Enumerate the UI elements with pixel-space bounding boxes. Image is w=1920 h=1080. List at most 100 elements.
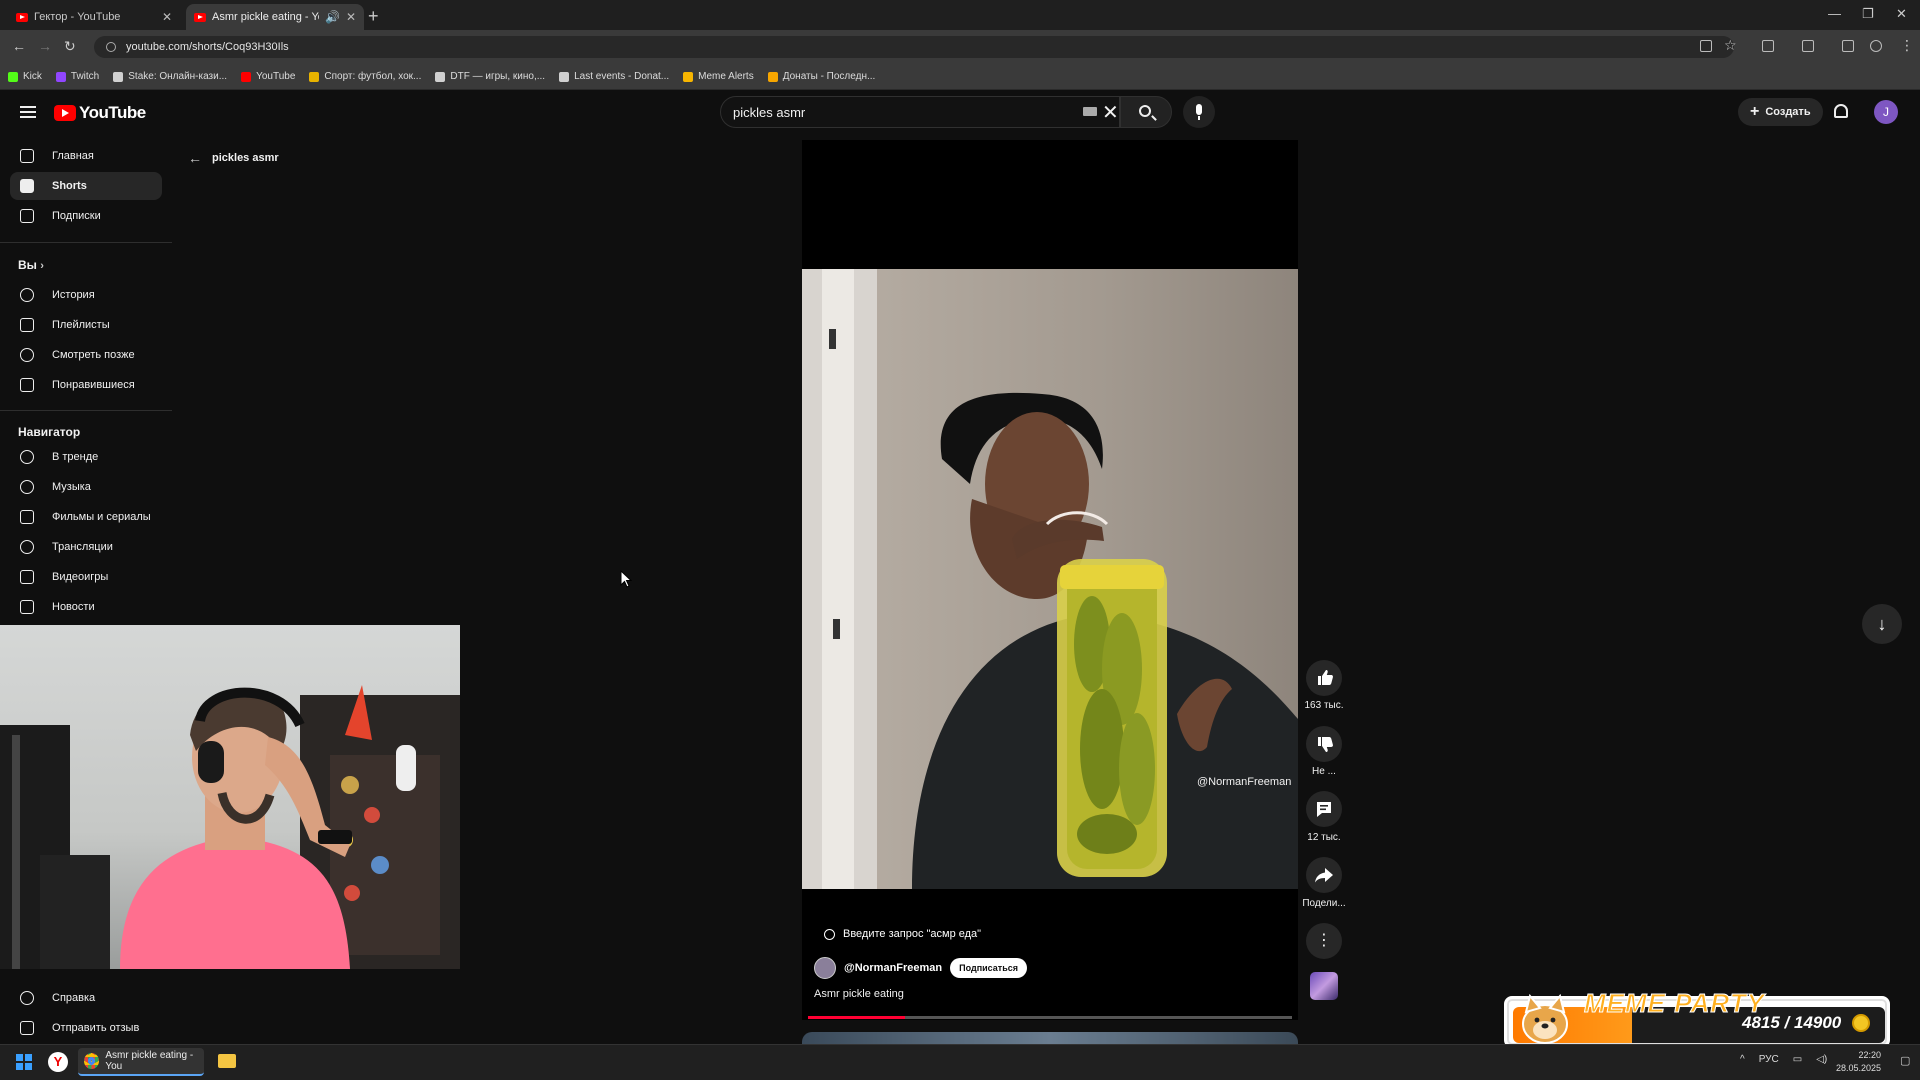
bookmark-twitch[interactable]: Twitch [55, 71, 99, 82]
minimize-icon[interactable]: — [1828, 6, 1841, 21]
url-text: youtube.com/shorts/Coq93H30Ils [126, 41, 289, 53]
voice-search-icon[interactable] [1183, 96, 1215, 128]
youtube-icon [241, 71, 252, 82]
share-button[interactable] [1306, 857, 1342, 893]
browser-tab-2-active[interactable]: Asmr pickle eating - YouTube 🔊 ✕ [186, 4, 364, 30]
language-indicator[interactable]: РУС [1759, 1054, 1779, 1065]
sidebar-item-home[interactable]: Главная [10, 142, 162, 170]
windows-start-icon[interactable] [16, 1054, 32, 1070]
file-explorer-icon[interactable] [218, 1054, 236, 1068]
back-arrow-icon: ← [188, 150, 202, 166]
dislike-button[interactable] [1306, 726, 1342, 762]
shorts-video-frame[interactable]: @NormanFreeman [802, 269, 1298, 889]
bookmark-memealerts[interactable]: Meme Alerts [683, 71, 754, 82]
youtube-favicon-icon [16, 12, 28, 22]
more-options-icon[interactable]: ⋮ [1306, 923, 1342, 959]
webcam-scene [0, 685, 460, 969]
overlay-search-suggestion[interactable]: Введите запрос "асмр еда" [824, 928, 981, 940]
sidebar-item-shorts[interactable]: Shorts [10, 172, 162, 200]
clock-icon [20, 348, 34, 362]
volume-icon[interactable]: ◁) [1816, 1054, 1827, 1065]
site-info-icon[interactable] [106, 42, 116, 52]
new-tab-icon[interactable]: + [368, 6, 379, 27]
shorts-icon [20, 179, 34, 193]
sidebar-you-header[interactable]: Вы › [18, 258, 44, 272]
sidebar-item-liked[interactable]: Понравившиеся [10, 371, 162, 399]
sidebar-item-news[interactable]: Новости [10, 593, 162, 621]
window-close-icon[interactable]: ✕ [1896, 6, 1907, 22]
subscriptions-icon [20, 209, 34, 223]
sidebar-item-live[interactable]: Трансляции [10, 533, 162, 561]
notifications-bell-icon[interactable] [1834, 104, 1848, 118]
search-input[interactable]: pickles asmr [720, 96, 1120, 128]
dislike-label: Не ... [1312, 766, 1336, 777]
close-icon[interactable]: ✕ [162, 10, 172, 24]
sidebar-item-feedback[interactable]: Отправить отзыв [10, 1014, 162, 1042]
extensions-icon[interactable] [1762, 40, 1774, 52]
sidebar-item-watch-later[interactable]: Смотреть позже [10, 341, 162, 369]
bookmark-donations[interactable]: Донаты - Последн... [767, 71, 875, 82]
sidebar-item-movies[interactable]: Фильмы и сериалы [10, 503, 162, 531]
back-to-search-link[interactable]: ← pickles asmr [188, 150, 279, 166]
tray-overflow-chevron-icon[interactable]: ^ [1740, 1054, 1745, 1065]
media-controls-icon[interactable] [1842, 40, 1854, 52]
create-button[interactable]: + Создать [1738, 98, 1823, 126]
sound-remix-thumbnail[interactable] [1310, 972, 1338, 1000]
taskbar-chrome-window[interactable]: Asmr pickle eating - You [78, 1048, 204, 1076]
side-panel-icon[interactable] [1802, 40, 1814, 52]
sidebar-item-history[interactable]: История [10, 281, 162, 309]
reload-icon[interactable]: ↻ [64, 38, 76, 55]
close-icon[interactable]: ✕ [346, 10, 356, 24]
comments-button[interactable] [1306, 791, 1342, 827]
youtube-logo[interactable]: YouTube [54, 103, 146, 123]
video-scene: @NormanFreeman [802, 269, 1298, 889]
bookmark-stake[interactable]: Stake: Онлайн-кази... [113, 71, 227, 82]
channel-avatar[interactable] [814, 957, 836, 979]
back-arrow-icon[interactable]: ← [12, 38, 26, 54]
bookmarks-bar: Kick Twitch Stake: Онлайн-кази... YouTub… [0, 64, 1920, 90]
bookmark-youtube[interactable]: YouTube [241, 71, 295, 82]
clear-search-icon[interactable]: ✕ [1102, 100, 1119, 125]
bookmark-donationalerts[interactable]: Last events - Donat... [559, 71, 669, 82]
yandex-browser-icon[interactable]: Y [48, 1052, 68, 1072]
browser-tab-1[interactable]: Гектор - YouTube ✕ [8, 4, 180, 30]
install-app-icon[interactable] [1700, 40, 1712, 52]
bookmark-star-icon[interactable]: ☆ [1724, 37, 1737, 54]
next-short-preview[interactable] [802, 1032, 1298, 1044]
network-icon[interactable]: ▭ [1793, 1054, 1802, 1065]
sidebar-item-playlists[interactable]: Плейлисты [10, 311, 162, 339]
sidebar-item-trending[interactable]: В тренде [10, 443, 162, 471]
like-button[interactable] [1306, 660, 1342, 696]
feedback-icon [20, 1021, 34, 1035]
url-omnibox[interactable]: youtube.com/shorts/Coq93H30Ils [94, 36, 1734, 58]
bookmark-dtf[interactable]: DTF — игры, кино,... [435, 71, 545, 82]
sidebar-item-subscriptions[interactable]: Подписки [10, 202, 162, 230]
bookmark-sport[interactable]: Спорт: футбол, хок... [309, 71, 421, 82]
playback-progress-bar[interactable] [808, 1016, 1292, 1019]
streamer-webcam [0, 625, 460, 969]
account-avatar[interactable]: J [1874, 100, 1898, 124]
help-icon [20, 991, 34, 1005]
taskbar-clock[interactable]: 22:20 28.05.2025 [1836, 1049, 1881, 1075]
short-title[interactable]: Asmr pickle eating [814, 988, 904, 1000]
memealerts-icon [683, 71, 694, 82]
subscribe-button[interactable]: Подписаться [950, 958, 1027, 978]
keyboard-icon[interactable] [1083, 107, 1097, 116]
hamburger-menu-icon[interactable] [20, 106, 36, 118]
sidebar-item-help[interactable]: Справка [10, 984, 162, 1012]
next-short-arrow-icon[interactable]: ↓ [1862, 604, 1902, 644]
notifications-icon[interactable]: ▢ [1900, 1054, 1910, 1067]
bookmark-kick[interactable]: Kick [8, 71, 42, 82]
thumbs-up-icon [1318, 670, 1333, 685]
profile-icon[interactable] [1870, 40, 1882, 52]
plus-icon: + [1750, 103, 1760, 120]
sidebar-item-gaming[interactable]: Видеоигры [10, 563, 162, 591]
browser-menu-icon[interactable]: ⋮ [1900, 37, 1914, 54]
sidebar-item-music[interactable]: Музыка [10, 473, 162, 501]
speaker-icon[interactable]: 🔊 [325, 10, 340, 24]
forward-arrow-icon[interactable]: → [38, 38, 52, 54]
channel-name[interactable]: @NormanFreeman [844, 962, 942, 974]
search-button[interactable] [1120, 96, 1172, 128]
restore-icon[interactable]: ❐ [1862, 6, 1874, 22]
windows-taskbar [0, 1044, 1920, 1080]
